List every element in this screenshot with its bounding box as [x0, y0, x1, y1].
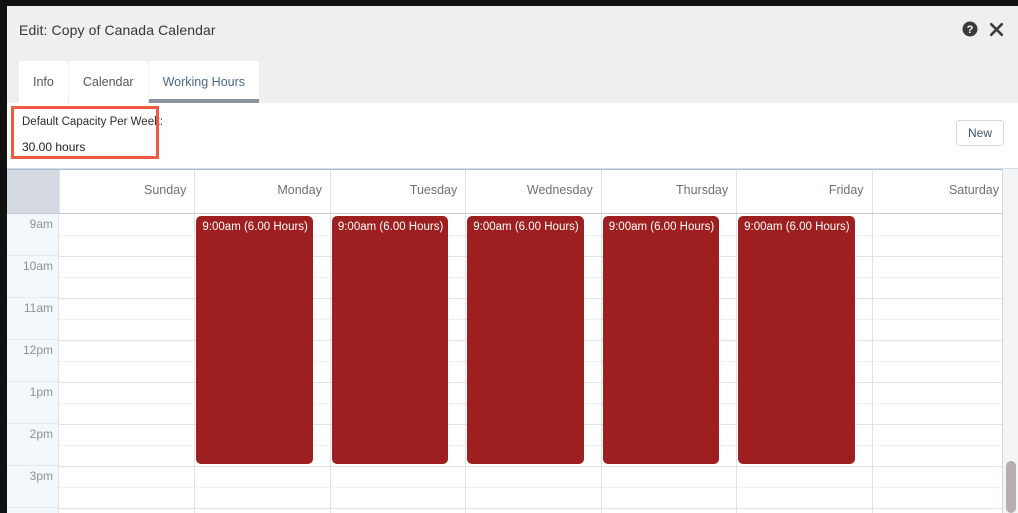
calendar-day-header-row: Sunday Monday Tuesday Wednesday Thursday Frid… — [7, 170, 1018, 213]
time-label-3pm: 3pm — [30, 469, 53, 483]
time-gutter-corner — [7, 170, 59, 213]
calendar-event-label: 9:00am (6.00 Hours) — [338, 221, 443, 233]
day-header-label: Wednesday — [527, 183, 593, 197]
dialog-title: Edit: Copy of Canada Calendar — [19, 22, 216, 38]
time-gutter-row: 1pm — [7, 382, 59, 424]
calendar-body: 9am 10am 11am 12pm 1pm 2pm 3pm 4pm 9:00am (6.00… — [7, 213, 1018, 513]
calendar-event-label: 9:00am (6.00 Hours) — [202, 221, 307, 233]
tab-calendar[interactable]: Calendar — [69, 61, 149, 103]
day-column-divider — [330, 214, 331, 513]
day-column-divider — [736, 214, 737, 513]
help-circle-icon[interactable]: ? — [962, 21, 978, 37]
tab-working-hours[interactable]: Working Hours — [149, 61, 259, 103]
time-gutter-row: 2pm — [7, 424, 59, 466]
day-header-thursday[interactable]: Thursday — [601, 170, 736, 213]
day-column-divider — [465, 214, 466, 513]
calendar-vertical-scrollbar[interactable] — [1002, 169, 1018, 513]
dialog-tabs: Info Calendar Working Hours — [19, 61, 259, 103]
capacity-strip: Default Capacity Per Week: 30.00 hours N… — [7, 103, 1018, 169]
tab-info[interactable]: Info — [19, 61, 69, 103]
day-header-label: Friday — [829, 183, 864, 197]
dialog-header: Edit: Copy of Canada Calendar ? Info — [7, 6, 1018, 103]
svg-text:?: ? — [967, 24, 974, 36]
calendar-event-monday[interactable]: 9:00am (6.00 Hours) — [196, 216, 312, 464]
day-header-friday[interactable]: Friday — [736, 170, 871, 213]
time-gutter: 9am 10am 11am 12pm 1pm 2pm 3pm 4pm — [7, 214, 59, 513]
calendar-event-wednesday[interactable]: 9:00am (6.00 Hours) — [467, 216, 583, 464]
calendar-event-label: 9:00am (6.00 Hours) — [744, 221, 849, 233]
half-hour-gridline — [59, 487, 1007, 488]
calendar-event-tuesday[interactable]: 9:00am (6.00 Hours) — [332, 216, 448, 464]
day-column-divider — [194, 214, 195, 513]
dialog-header-actions: ? — [962, 21, 1004, 37]
day-header-label: Tuesday — [410, 183, 457, 197]
day-header-label: Sunday — [144, 183, 186, 197]
default-capacity-block: Default Capacity Per Week: 30.00 hours — [12, 106, 173, 164]
hour-gridline — [59, 466, 1007, 467]
day-header-label: Thursday — [676, 183, 728, 197]
close-icon[interactable] — [989, 22, 1004, 37]
calendar-event-label: 9:00am (6.00 Hours) — [473, 221, 578, 233]
day-column-divider — [601, 214, 602, 513]
day-column-divider — [872, 214, 873, 513]
calendar-event-thursday[interactable]: 9:00am (6.00 Hours) — [603, 216, 719, 464]
time-label-1pm: 1pm — [30, 385, 53, 399]
edit-calendar-dialog: Edit: Copy of Canada Calendar ? Info — [7, 6, 1018, 513]
default-capacity-value: 30.00 hours — [22, 139, 163, 155]
time-label-12pm: 12pm — [23, 343, 53, 357]
time-gutter-row: 4pm — [7, 508, 59, 513]
hour-gridline — [59, 508, 1007, 509]
calendar-grid[interactable]: 9:00am (6.00 Hours) 9:00am (6.00 Hours) 9:… — [59, 214, 1007, 513]
day-header-wednesday[interactable]: Wednesday — [465, 170, 600, 213]
day-header-label: Saturday — [949, 183, 999, 197]
window-chrome-left — [0, 0, 7, 513]
time-label-10am: 10am — [23, 259, 53, 273]
day-header-saturday[interactable]: Saturday — [872, 170, 1007, 213]
calendar-event-label: 9:00am (6.00 Hours) — [609, 221, 714, 233]
tab-calendar-label: Calendar — [83, 75, 134, 89]
app-root: Edit: Copy of Canada Calendar ? Info — [0, 0, 1018, 513]
working-hours-calendar: Sunday Monday Tuesday Wednesday Thursday Frid… — [7, 169, 1018, 513]
time-gutter-row: 11am — [7, 298, 59, 340]
day-header-tuesday[interactable]: Tuesday — [330, 170, 465, 213]
time-gutter-row: 3pm — [7, 466, 59, 508]
day-header-monday[interactable]: Monday — [194, 170, 329, 213]
day-header-label: Monday — [277, 183, 321, 197]
calendar-event-friday[interactable]: 9:00am (6.00 Hours) — [738, 216, 854, 464]
time-gutter-row: 12pm — [7, 340, 59, 382]
new-button[interactable]: New — [956, 120, 1004, 146]
time-gutter-row: 9am — [7, 214, 59, 256]
default-capacity-label: Default Capacity Per Week: — [22, 114, 163, 130]
time-gutter-row: 10am — [7, 256, 59, 298]
day-header-sunday[interactable]: Sunday — [59, 170, 194, 213]
time-label-2pm: 2pm — [30, 427, 53, 441]
tab-info-label: Info — [33, 75, 54, 89]
time-label-11am: 11am — [24, 301, 53, 315]
calendar-scrollbar-thumb[interactable] — [1006, 461, 1016, 513]
time-label-9am: 9am — [30, 217, 53, 231]
tab-working-hours-label: Working Hours — [163, 75, 245, 89]
